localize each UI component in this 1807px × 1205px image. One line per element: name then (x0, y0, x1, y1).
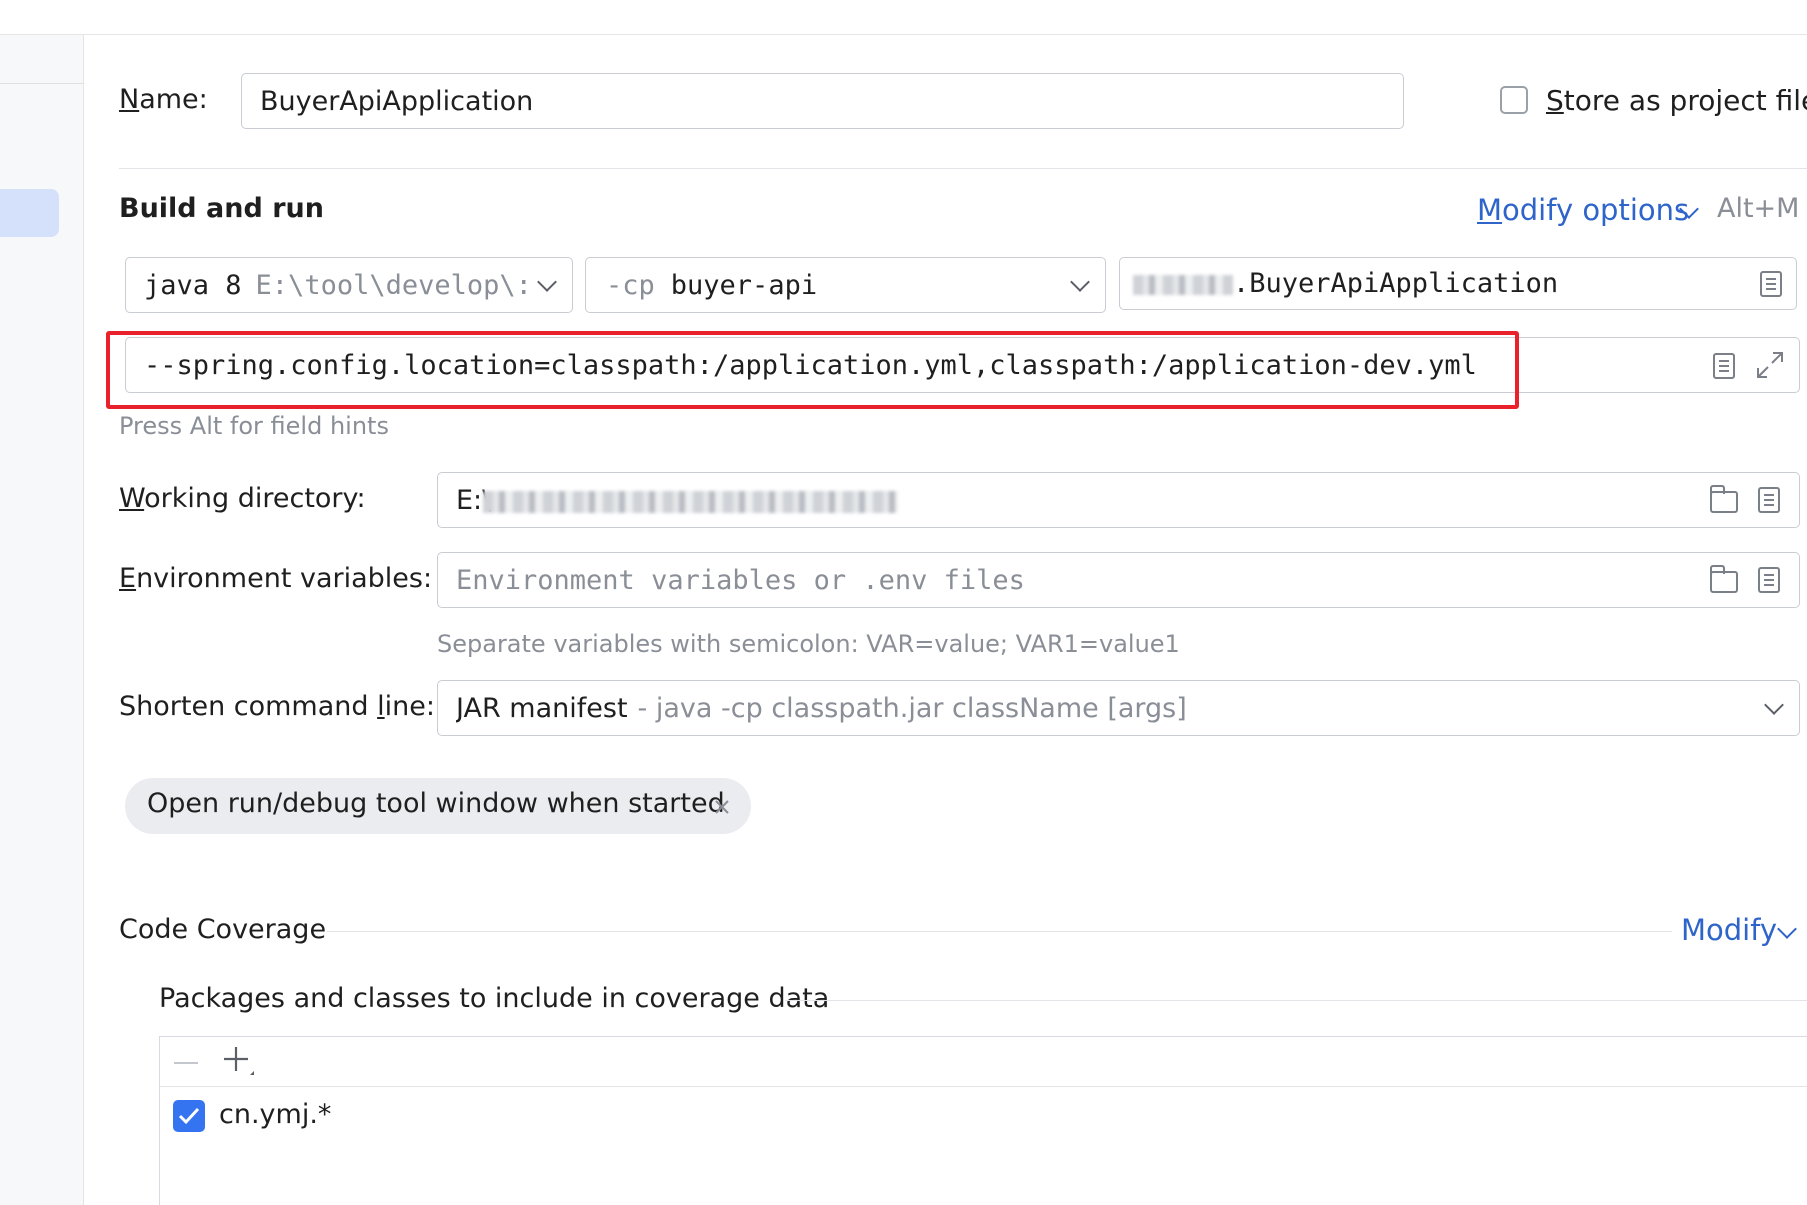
chevron-down-icon[interactable] (537, 272, 557, 292)
add-icon[interactable] (222, 1045, 256, 1079)
insert-macro-document-icon[interactable] (1758, 567, 1780, 593)
chevron-down-icon[interactable] (1777, 919, 1797, 939)
packages-separator (785, 1000, 1807, 1001)
jdk-select[interactable]: java 8 E:\tool\develop\: (125, 257, 573, 313)
name-label: Name: (119, 84, 208, 115)
chevron-down-icon[interactable] (1764, 695, 1784, 715)
folder-icon[interactable] (1710, 485, 1738, 513)
code-coverage-modify-link[interactable]: Modify (1681, 913, 1777, 947)
build-and-run-title: Build and run (119, 193, 324, 224)
left-sidebar-selected-item[interactable] (0, 189, 59, 237)
top-divider (0, 34, 1807, 35)
open-tool-window-chip-label: Open run/debug tool window when started (147, 788, 725, 819)
folder-icon[interactable] (1710, 565, 1738, 593)
shorten-command-line-label: Shorten command line: (119, 691, 435, 722)
main-class-value: .BuyerApiApplication (1233, 268, 1559, 299)
modify-options-link[interactable]: Modify options (1477, 193, 1689, 227)
name-field[interactable]: BuyerApiApplication (241, 73, 1404, 129)
field-hints-text: Press Alt for field hints (119, 412, 389, 440)
insert-macro-document-icon[interactable] (1713, 353, 1735, 379)
jdk-name: java 8 (144, 269, 242, 301)
store-as-project-file-label: Store as project file (1546, 84, 1807, 117)
name-value: BuyerApiApplication (260, 85, 534, 117)
environment-variables-label: Environment variables: (119, 563, 433, 594)
coverage-patterns-table: cn.ymj.* (159, 1036, 1807, 1205)
shorten-command-line-value: JAR manifest (456, 692, 628, 724)
jdk-path: E:\tool\develop\: (255, 269, 532, 301)
redacted-package (1133, 275, 1233, 295)
environment-variables-field[interactable]: Environment variables or .env files (437, 552, 1800, 608)
classpath-module: buyer-api (670, 269, 818, 301)
section-separator (119, 168, 1807, 169)
code-coverage-title: Code Coverage (119, 914, 327, 945)
left-sidebar-divider (0, 83, 83, 84)
working-directory-label: Working directory: (119, 483, 366, 514)
modify-options-shortcut: Alt+M (1717, 193, 1800, 224)
working-directory-field[interactable]: E:\ (437, 472, 1800, 528)
main-class-field[interactable]: .BuyerApiApplication (1119, 257, 1797, 310)
chevron-down-icon[interactable] (1070, 272, 1090, 292)
code-coverage-separator (327, 931, 1672, 932)
table-toolbar-divider (160, 1086, 1807, 1087)
remove-icon[interactable] (172, 1051, 200, 1075)
coverage-entry-pattern: cn.ymj.* (219, 1099, 332, 1130)
store-as-project-file-checkbox[interactable] (1500, 86, 1528, 114)
expand-icon[interactable] (1755, 350, 1785, 380)
environment-variables-placeholder: Environment variables or .env files (456, 564, 1025, 596)
browse-document-icon[interactable] (1760, 271, 1782, 297)
redacted-path (483, 491, 898, 513)
insert-macro-document-icon[interactable] (1758, 487, 1780, 513)
highlight-annotation-box (106, 331, 1519, 409)
open-tool-window-chip[interactable]: Open run/debug tool window when started (125, 778, 751, 834)
close-icon[interactable] (713, 798, 731, 816)
environment-variables-hint: Separate variables with semicolon: VAR=v… (437, 630, 1180, 658)
coverage-entry-checkbox[interactable] (173, 1100, 205, 1132)
packages-title: Packages and classes to include in cover… (159, 983, 830, 1014)
classpath-module-select[interactable]: -cp buyer-api (585, 257, 1106, 313)
classpath-flag: -cp (606, 269, 655, 301)
shorten-command-line-select[interactable]: JAR manifest - java -cp classpath.jar cl… (437, 680, 1800, 736)
shorten-command-line-detail: - java -cp classpath.jar className [args… (637, 692, 1187, 724)
